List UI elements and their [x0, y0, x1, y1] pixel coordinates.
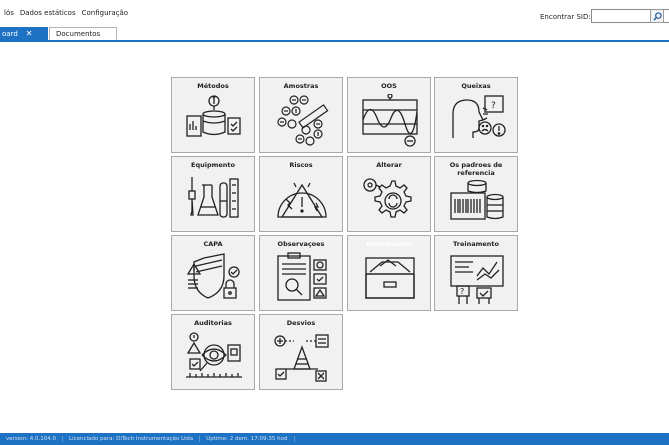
tab-documentos-label: Documentos [56, 30, 101, 38]
search-button[interactable] [650, 9, 664, 23]
tab-dashboard[interactable]: oard ✕ [0, 27, 48, 40]
tile-documentos[interactable]: Documentos [347, 235, 431, 311]
tab-strip: oard ✕ Documentos [0, 27, 669, 42]
tile-label: Riscos [289, 161, 313, 169]
tile-label: Queixas [461, 82, 491, 90]
license-text: Licenciado para: DiTech Instrumentação L… [63, 436, 201, 442]
tab-documentos[interactable]: Documentos [49, 27, 117, 40]
tile-label: Desvios [286, 319, 316, 327]
capa-icon [186, 253, 240, 299]
menu-item-tools[interactable]: lós [4, 9, 14, 17]
oos-icon [362, 94, 418, 147]
training-icon: ? [450, 255, 504, 304]
magnifier-icon [652, 11, 662, 21]
tile-capa[interactable]: CAPA [171, 235, 255, 311]
deviations-icon [274, 334, 329, 382]
tile-queixas[interactable]: Queixas ? [434, 77, 518, 153]
tile-label: Auditorias [194, 319, 232, 327]
tile-oos[interactable]: OOS [347, 77, 431, 153]
tile-alterar[interactable]: Alterar [347, 156, 431, 232]
tile-desvios[interactable]: Desvios [259, 314, 343, 390]
tile-equipmento[interactable]: Equipmento [171, 156, 255, 232]
tile-riscos[interactable]: Riscos [259, 156, 343, 232]
tile-treinamento[interactable]: Treinamento ? [434, 235, 518, 311]
tab-dashboard-label: oard [2, 29, 18, 38]
complaints-icon: ? [452, 95, 506, 138]
status-bar: version: 4.0.104.0 Licenciado para: DiTe… [0, 433, 669, 445]
tile-label: Métodos [197, 82, 229, 90]
svg-text:?: ? [460, 287, 464, 296]
uptime-text: Uptime: 2 dem, 17:09:35 hod [200, 436, 295, 442]
methods-icon [186, 95, 241, 137]
close-icon[interactable]: ✕ [26, 29, 33, 38]
audits-icon [186, 332, 242, 378]
search-label: Encontrar SID: [540, 13, 591, 21]
tile-label: CAPA [203, 240, 223, 248]
tile-label: Observaçoes [277, 240, 325, 248]
tile-amostras[interactable]: Amostras [259, 77, 343, 153]
svg-text:?: ? [491, 101, 496, 111]
tile-metodos[interactable]: Métodos [171, 77, 255, 153]
equipment-icon [188, 177, 239, 218]
menu-item-static-data[interactable]: Dados estáticos [20, 9, 76, 17]
documents-icon [365, 257, 415, 299]
tile-label: Amostras [283, 82, 319, 90]
tile-label: OOS [381, 82, 397, 90]
menu-item-configuration[interactable]: Configuração [82, 9, 128, 17]
tile-label: Alterar [376, 161, 402, 169]
version-text: version: 4.0.104.0 [0, 436, 63, 442]
reference-standards-icon [450, 179, 504, 220]
tile-observacoes[interactable]: Observaçoes [259, 235, 343, 311]
tile-padroes-referencia[interactable]: Os padroes de referencia [434, 156, 518, 232]
change-icon [363, 178, 412, 218]
tile-auditorias[interactable]: Auditorias [171, 314, 255, 390]
tile-label: Treinamento [453, 240, 499, 248]
tile-label: Os padroes de referencia [449, 161, 503, 177]
tile-label: Equipmento [191, 161, 235, 169]
risks-icon [277, 182, 327, 218]
samples-icon [277, 95, 329, 146]
observations-icon [277, 252, 327, 301]
tile-label: Documentos [366, 240, 412, 248]
